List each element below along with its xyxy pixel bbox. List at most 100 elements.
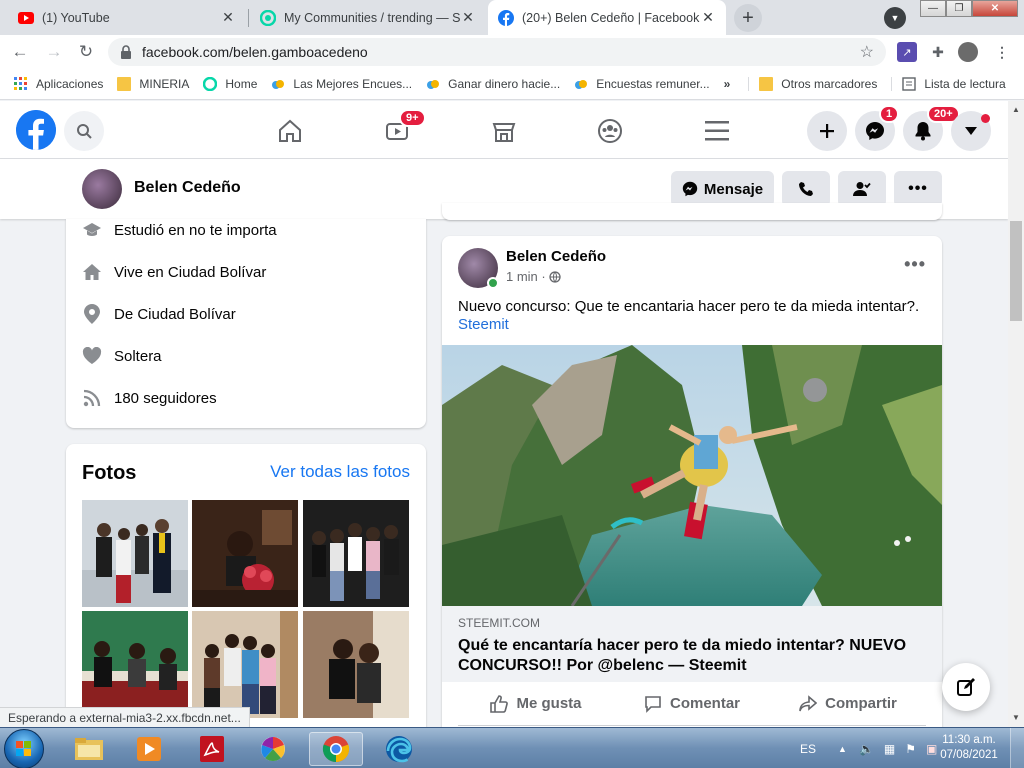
network-icon[interactable]: ▦ (884, 742, 895, 756)
close-icon[interactable]: ✕ (700, 9, 716, 26)
bookmark-apps[interactable]: Aplicaciones (14, 77, 103, 91)
address-bar[interactable]: facebook.com/belen.gamboacedeno ☆ (108, 38, 886, 66)
create-button[interactable] (807, 111, 847, 151)
folder-icon (117, 77, 132, 91)
explorer-taskbar-button[interactable] (62, 732, 116, 766)
scroll-up-icon[interactable]: ▲ (1012, 105, 1020, 114)
start-button[interactable] (4, 729, 44, 768)
minimize-button[interactable]: — (920, 0, 946, 17)
puzzle-icon[interactable]: ✚ (928, 42, 948, 62)
search-icon (77, 124, 92, 139)
close-icon[interactable]: ✕ (220, 9, 236, 26)
language-indicator[interactable]: ES (800, 742, 816, 756)
intro-from: De Ciudad Bolívar (82, 304, 236, 324)
edge-taskbar-button[interactable] (372, 732, 426, 766)
link-preview[interactable]: STEEMIT.COM Qué te encantaría hacer pero… (442, 606, 942, 682)
new-tab-button[interactable]: + (734, 4, 762, 32)
comment-button[interactable]: Comentar (614, 682, 770, 725)
close-window-button[interactable]: ✕ (972, 0, 1018, 17)
reading-list-button[interactable]: Lista de lectura (891, 77, 1006, 91)
menu-dots-icon[interactable]: ⋮ (992, 42, 1012, 62)
like-button[interactable]: Me gusta (458, 682, 614, 725)
bookmark-ganar-dinero[interactable]: Ganar dinero hacie... (426, 77, 560, 91)
search-button[interactable] (64, 111, 104, 151)
extension-icon[interactable]: ↗ (897, 42, 917, 62)
friends-button[interactable] (838, 171, 886, 207)
account-dot (981, 114, 990, 123)
chevron-down-icon[interactable]: ▼ (884, 7, 906, 29)
nav-watch[interactable]: 9+ (377, 109, 426, 151)
page-scrollbar[interactable]: ▲ ▼ (1008, 101, 1024, 727)
scrollbar-thumb[interactable] (1010, 221, 1022, 321)
reload-icon[interactable]: ↻ (74, 40, 98, 64)
flag-icon[interactable]: ⚑ (905, 742, 916, 756)
avatar[interactable] (958, 42, 978, 62)
volume-icon[interactable]: 🔈 (859, 742, 874, 756)
call-button[interactable] (782, 171, 830, 207)
clock-time: 11:30 a.m. (942, 734, 996, 746)
previous-post-edge (442, 203, 942, 220)
bookmark-encuestas-2[interactable]: Encuestas remuner... (574, 77, 710, 91)
post-image[interactable] (442, 345, 942, 606)
more-options-button[interactable]: ••• (894, 171, 942, 207)
avatar[interactable] (82, 169, 122, 209)
post-options-button[interactable]: ••• (904, 254, 926, 275)
status-bar: Esperando a external-mia3-2.xx.fbcdn.net… (0, 707, 250, 727)
nav-menu[interactable] (697, 111, 737, 151)
photos-taskbar-button[interactable] (246, 732, 300, 766)
tab-youtube[interactable]: (1) YouTube ✕ (8, 0, 246, 35)
online-indicator (487, 277, 499, 289)
marketplace-icon (492, 123, 516, 142)
tab-steemit[interactable]: My Communities / trending — St ✕ (250, 0, 486, 35)
browser-toolbar: ← → ↻ facebook.com/belen.gamboacedeno ☆ … (0, 35, 1024, 69)
photo-thumbnail[interactable] (192, 500, 298, 607)
acrobat-taskbar-button[interactable] (185, 732, 239, 766)
nav-home[interactable] (270, 111, 310, 151)
edge-icon (386, 736, 412, 763)
photo-thumbnail[interactable] (192, 611, 298, 718)
scroll-down-icon[interactable]: ▼ (1012, 713, 1020, 722)
tab-facebook[interactable]: (20+) Belen Cedeño | Facebook ✕ (488, 0, 726, 35)
photo-thumbnail[interactable] (303, 500, 409, 607)
new-message-button[interactable] (942, 663, 990, 711)
post-timestamp[interactable]: 1 min · (506, 269, 561, 284)
tray-expand-icon[interactable]: ▲ (838, 744, 847, 754)
star-icon[interactable]: ☆ (860, 42, 874, 62)
maximize-button[interactable]: ❐ (946, 0, 972, 17)
nav-groups[interactable] (590, 111, 630, 151)
bookmark-encuestas-1[interactable]: Las Mejores Encues... (271, 77, 412, 91)
photo-thumbnail[interactable] (303, 611, 409, 718)
forward-arrow-icon[interactable]: → (42, 40, 66, 64)
bookmark-home[interactable]: Home (203, 77, 257, 91)
photo-thumbnail[interactable] (82, 500, 188, 607)
apps-grid-icon (14, 77, 27, 90)
intro-relationship: Soltera (82, 346, 162, 366)
facebook-logo[interactable] (16, 110, 56, 150)
see-all-photos-link[interactable]: Ver todas las fotos (270, 462, 410, 482)
heart-icon (82, 346, 102, 366)
back-arrow-icon[interactable]: ← (8, 40, 32, 64)
close-icon[interactable]: ✕ (460, 9, 476, 26)
intro-education: Estudió en no te importa (82, 220, 277, 240)
bookmark-other[interactable]: Otros marcadores (748, 77, 877, 91)
show-desktop-button[interactable] (1010, 728, 1024, 768)
message-button[interactable]: Mensaje (671, 171, 774, 207)
share-button[interactable]: Compartir (770, 682, 926, 725)
bookmarks-overflow-button[interactable]: » (724, 77, 731, 91)
facebook-top-nav: 9+ 1 20+ (0, 101, 1008, 159)
chrome-taskbar-button[interactable] (309, 732, 363, 766)
messenger-button[interactable]: 1 (855, 105, 900, 151)
notifications-button[interactable]: 20+ (903, 105, 960, 151)
nav-marketplace[interactable] (484, 111, 524, 151)
phone-icon (799, 182, 813, 196)
photo-thumbnail[interactable] (82, 611, 188, 718)
clock[interactable]: 11:30 a.m. 07/08/2021 (934, 733, 1004, 763)
post-author[interactable]: Belen Cedeño (506, 248, 606, 265)
steemit-icon (203, 77, 218, 91)
profile-name[interactable]: Belen Cedeño (134, 179, 241, 197)
taskbar: ES ▲ 🔈 ▦ ⚑ ▣ 11:30 a.m. 07/08/2021 (0, 727, 1024, 768)
bookmark-mineria[interactable]: MINERIA (117, 77, 189, 91)
post-link[interactable]: Steemit (458, 316, 509, 333)
media-player-taskbar-button[interactable] (122, 732, 176, 766)
account-button[interactable] (951, 111, 991, 151)
